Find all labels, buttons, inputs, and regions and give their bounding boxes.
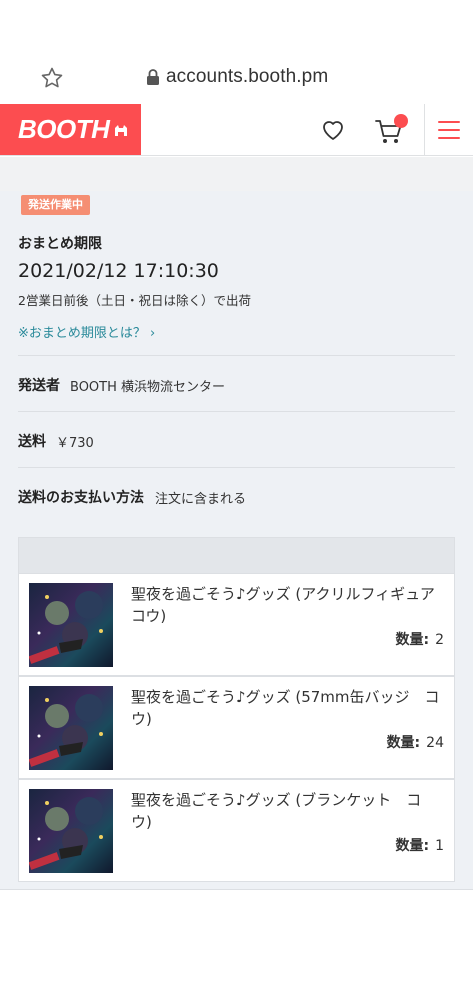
item-thumbnail[interactable] (29, 789, 113, 873)
browser-url-bar: accounts.booth.pm (0, 52, 473, 104)
thumbnail-art (29, 797, 103, 870)
divider (18, 411, 455, 412)
site-header: BOOTH (0, 104, 473, 156)
panel-bottom-border (0, 889, 473, 890)
sender-label: 発送者 (18, 378, 60, 394)
thumbnail-art (29, 694, 103, 767)
booth-logo[interactable]: BOOTH (0, 104, 141, 155)
deadline-value: 2021/02/12 17:10:30 (18, 260, 219, 282)
item-title[interactable]: 聖夜を過ごそう♪グッズ (ブランケット コウ) (131, 789, 441, 833)
order-panel: 発送作業中 おまとめ期限 2021/02/12 17:10:30 2営業日前後（… (0, 191, 473, 889)
item-title[interactable]: 聖夜を過ごそう♪グッズ (57mm缶バッジ コウ) (131, 686, 441, 730)
lock-icon (147, 69, 159, 85)
logo-mark-icon (115, 124, 128, 136)
status-badge: 発送作業中 (21, 195, 90, 215)
heart-icon[interactable] (320, 117, 346, 143)
item-quantity: 数量: 1 (395, 838, 444, 854)
shipping-fee-label: 送料 (18, 434, 46, 450)
order-item[interactable]: 聖夜を過ごそう♪グッズ (アクリルフィギュア コウ) 数量: 2 (18, 573, 455, 676)
sender-value: BOOTH 横浜物流センター (70, 380, 226, 395)
item-quantity: 数量: 24 (386, 735, 444, 751)
item-quantity: 数量: 2 (395, 632, 444, 648)
cart-notification-dot (394, 114, 408, 128)
payment-method-value: 注文に含まれる (155, 492, 247, 507)
header-divider (424, 104, 425, 155)
deadline-help-link[interactable]: ※おまとめ期限とは？ › (18, 322, 155, 341)
shipping-note: 2営業日前後（土日・祝日は除く）で出荷 (18, 293, 251, 308)
url-text[interactable]: accounts.booth.pm (166, 66, 328, 88)
bookmark-star-icon[interactable] (40, 66, 64, 90)
order-item[interactable]: 聖夜を過ごそう♪グッズ (ブランケット コウ) 数量: 1 (18, 779, 455, 882)
payment-method-label: 送料のお支払い方法 (18, 490, 144, 506)
items-header (18, 537, 455, 573)
hamburger-menu-icon[interactable] (438, 121, 460, 139)
shipping-fee-value: ￥730 (56, 436, 94, 451)
order-item[interactable]: 聖夜を過ごそう♪グッズ (57mm缶バッジ コウ) 数量: 24 (18, 676, 455, 779)
divider (18, 355, 455, 356)
top-strip (0, 157, 473, 191)
divider (18, 467, 455, 468)
deadline-label: おまとめ期限 (18, 236, 102, 252)
item-thumbnail[interactable] (29, 686, 113, 770)
item-title[interactable]: 聖夜を過ごそう♪グッズ (アクリルフィギュア コウ) (131, 583, 450, 627)
thumbnail-art (29, 591, 103, 664)
logo-text: BOOTH (18, 114, 110, 144)
item-thumbnail[interactable] (29, 583, 113, 667)
